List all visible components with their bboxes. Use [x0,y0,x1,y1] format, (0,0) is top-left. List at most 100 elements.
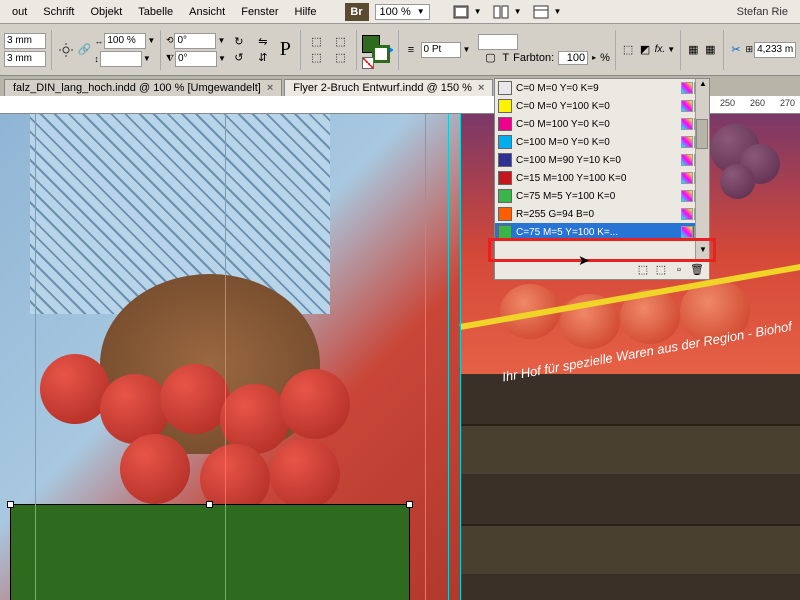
color-type-icon [681,226,693,238]
unknown-icon4[interactable]: ⬚ [329,50,351,66]
menu-tabelle[interactable]: Tabelle [130,3,181,21]
view-options-icon[interactable] [530,1,552,23]
color-type-icon [681,136,693,148]
menu-fenster[interactable]: Fenster [233,3,286,21]
swatch-name: C=15 M=100 Y=100 K=0 [516,173,677,184]
guide-vertical[interactable] [460,114,461,600]
rotate-icon: ⟲ [166,35,174,46]
crop-icon[interactable]: ✂ [729,39,744,61]
tab-doc2[interactable]: Flyer 2-Bruch Entwurf.indd @ 150 %× [284,79,493,96]
swatch-color-icon [498,81,512,95]
fill-stroke-proxy[interactable] [362,35,382,65]
paragraph-icon[interactable]: P [276,39,295,61]
page-spread-left [0,114,460,600]
shear-field[interactable] [175,51,217,67]
bridge-icon[interactable]: Br [345,3,369,21]
text-wrap-none-icon[interactable]: ▦ [686,39,701,61]
delete-swatch-icon[interactable]: 🗑 [689,262,705,278]
scroll-thumb[interactable] [696,119,708,149]
stroke-style-btn[interactable] [478,34,518,50]
swatch-color-icon [498,117,512,131]
selected-rectangle[interactable] [10,504,410,600]
swatch-row[interactable]: C=0 M=100 Y=0 K=0 [495,115,709,133]
fx-icon[interactable]: fx. [655,44,666,55]
swatch-row[interactable]: C=100 M=0 Y=0 K=0 [495,133,709,151]
guide-vertical[interactable] [425,114,426,600]
swatch-name: C=75 M=5 Y=100 K=0 [516,191,677,202]
menu-hilfe[interactable]: Hilfe [287,3,325,21]
farbton-unit: % [600,52,610,64]
scale-y-icon: ↕ [94,54,99,64]
swatch-name: R=255 G=94 B=0 [516,209,677,220]
x-field[interactable] [4,33,46,49]
angle-field[interactable] [174,33,216,49]
guide-vertical[interactable] [225,114,226,600]
swatch-name: C=100 M=90 Y=10 K=0 [516,155,677,166]
swatch-row[interactable]: C=100 M=90 Y=10 K=0 [495,151,709,169]
screen-mode-icon[interactable] [450,1,472,23]
swatch-color-icon [498,189,512,203]
swatches-toolbar: ⬚ ⬚ ▫ 🗑 [494,260,710,280]
guide-vertical[interactable] [35,114,36,600]
scale-y-field[interactable] [100,51,142,67]
menu-out[interactable]: out [4,3,35,21]
chevron-down-icon: ▼ [554,7,562,16]
swatch-name: C=0 M=0 Y=0 K=9 [516,83,677,94]
swatch-row[interactable]: C=75 M=5 Y=100 K=... [495,223,709,241]
chevron-down-icon: ▼ [514,7,522,16]
swatch-color-icon [498,135,512,149]
stroke-weight-icon: ≡ [403,39,418,61]
rotate-ccw-icon[interactable]: ↺ [228,50,250,66]
color-type-icon [681,100,693,112]
menu-objekt[interactable]: Objekt [82,3,130,21]
photo-apples [20,314,400,514]
user-name: Stefan Rie [737,6,796,18]
sun-icon[interactable] [57,39,75,61]
drop-shadow-icon[interactable]: ◩ [638,39,653,61]
flip-v-icon[interactable]: ⇵ [252,50,274,66]
arrange-docs-icon[interactable] [490,1,512,23]
unknown-icon2[interactable]: ⬚ [305,50,327,66]
close-icon[interactable]: × [478,82,484,94]
guide-vertical[interactable] [448,114,449,600]
menu-bar: out Schrift Objekt Tabelle Ansicht Fenst… [0,0,800,24]
unknown-icon3[interactable]: ⬚ [329,34,351,50]
unknown-icon1[interactable]: ⬚ [305,34,327,50]
y-field[interactable] [4,51,46,67]
swatch-tool-icon[interactable]: ⬚ [635,262,651,278]
color-type-icon [681,154,693,166]
new-swatch-icon[interactable]: ▫ [671,262,687,278]
scrollbar-vertical[interactable]: ▲ ▼ [695,79,709,259]
close-icon[interactable]: × [267,82,273,94]
zoom-select[interactable]: 100 % ▼ [375,4,430,20]
stroke-weight-field[interactable] [421,42,461,58]
text-formatting-icon[interactable]: ▢ [482,50,498,66]
farbton-label: Farbton: [513,52,554,64]
swatch-color-icon [498,225,512,239]
swatch-color-icon [498,153,512,167]
chevron-down-icon: ▼ [474,7,482,16]
w-field[interactable] [754,42,796,58]
shear-icon: ⧨ [166,53,174,64]
scale-x-field[interactable] [104,33,146,49]
swatch-row[interactable]: C=0 M=0 Y=100 K=0 [495,97,709,115]
link-icon[interactable]: 🔗 [77,39,93,61]
flip-h-icon[interactable]: ⇋ [252,34,274,50]
swatch-row[interactable]: C=0 M=0 Y=0 K=9 [495,79,709,97]
effects-icon[interactable]: ⬚ [621,39,636,61]
swatch-name: C=75 M=5 Y=100 K=... [516,227,677,238]
rotate-cw-icon[interactable]: ↻ [228,34,250,50]
text-wrap-bbox-icon[interactable]: ▦ [703,39,718,61]
menu-schrift[interactable]: Schrift [35,3,82,21]
swatch-row[interactable]: R=255 G=94 B=0 [495,205,709,223]
color-type-icon [681,172,693,184]
swatch-row[interactable]: C=75 M=5 Y=100 K=0 [495,187,709,205]
control-panel: 🔗 ↔▼ ↕▼ ⟲▼ ⧨▼ ↻ ↺ ⇋ ⇵ P ⬚ ⬚ ⬚ ⬚ ≡ ▼ ▢ T … [0,24,800,76]
swatch-tool-icon[interactable]: ⬚ [653,262,669,278]
menu-ansicht[interactable]: Ansicht [181,3,233,21]
swatch-color-icon [498,207,512,221]
zoom-value: 100 % [380,6,411,18]
tab-doc1[interactable]: falz_DIN_lang_hoch.indd @ 100 % [Umgewan… [4,79,282,96]
swatch-row[interactable]: C=15 M=100 Y=100 K=0 [495,169,709,187]
farbton-field[interactable] [558,51,588,65]
